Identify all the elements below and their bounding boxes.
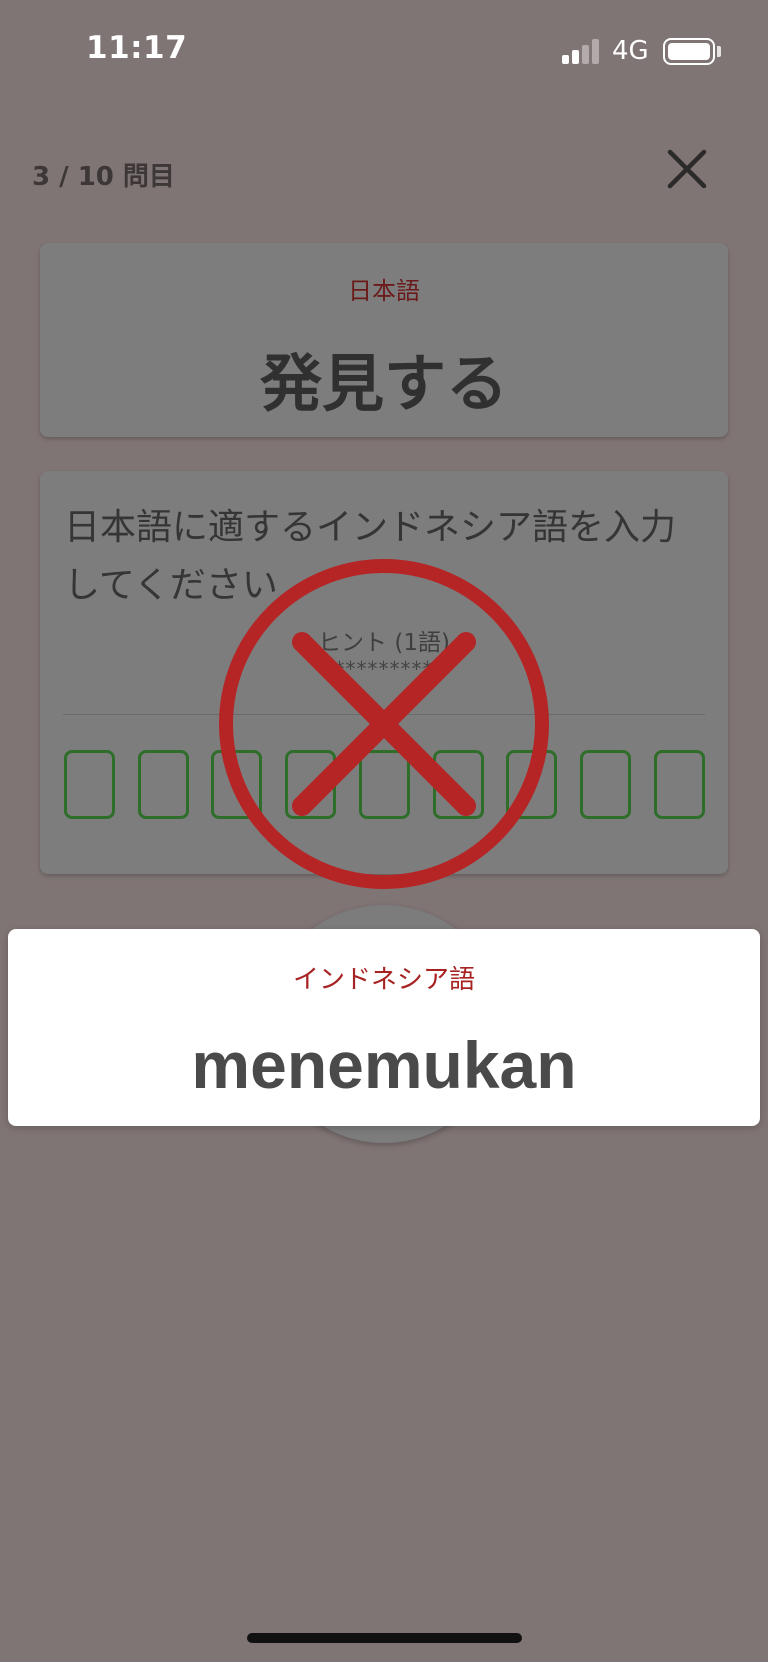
instruction-text: 日本語に適するインドネシア語を入力してください <box>64 507 677 606</box>
question-progress: 3 / 10 問目 <box>32 162 175 192</box>
letter-slot[interactable] <box>653 750 705 819</box>
hint-mask: ********* <box>334 657 434 681</box>
battery-tip <box>717 46 721 57</box>
status-time: 11:17 <box>86 30 188 66</box>
prompt-word: 発見する <box>259 347 508 420</box>
letter-slot[interactable] <box>432 750 484 819</box>
close-button[interactable] <box>662 144 712 194</box>
divider <box>63 714 705 715</box>
letter-slot[interactable] <box>285 750 337 819</box>
status-bar: 11:17 4G <box>0 0 768 100</box>
hint-label: ヒント (1語) <box>318 630 450 656</box>
letter-slot[interactable] <box>211 750 263 819</box>
letter-slot[interactable] <box>137 750 189 819</box>
answer-input-card: 日本語に適するインドネシア語を入力してください ヒント (1語) *******… <box>40 471 728 874</box>
cellular-signal-icon <box>562 38 600 64</box>
correct-answer-word: menemukan <box>191 1028 577 1102</box>
close-icon <box>667 149 707 189</box>
prompt-language-label: 日本語 <box>348 277 420 305</box>
letter-slot[interactable] <box>358 750 410 819</box>
battery-icon <box>663 38 715 65</box>
answer-language-label: インドネシア語 <box>292 965 475 995</box>
network-type: 4G <box>612 36 649 66</box>
letter-slot[interactable] <box>64 750 115 819</box>
prompt-card: 日本語 発見する <box>40 243 728 437</box>
letter-slot[interactable] <box>579 750 631 819</box>
correct-answer-card: インドネシア語 menemukan <box>8 929 760 1126</box>
letter-slot[interactable] <box>506 750 558 819</box>
home-indicator[interactable] <box>247 1633 522 1643</box>
